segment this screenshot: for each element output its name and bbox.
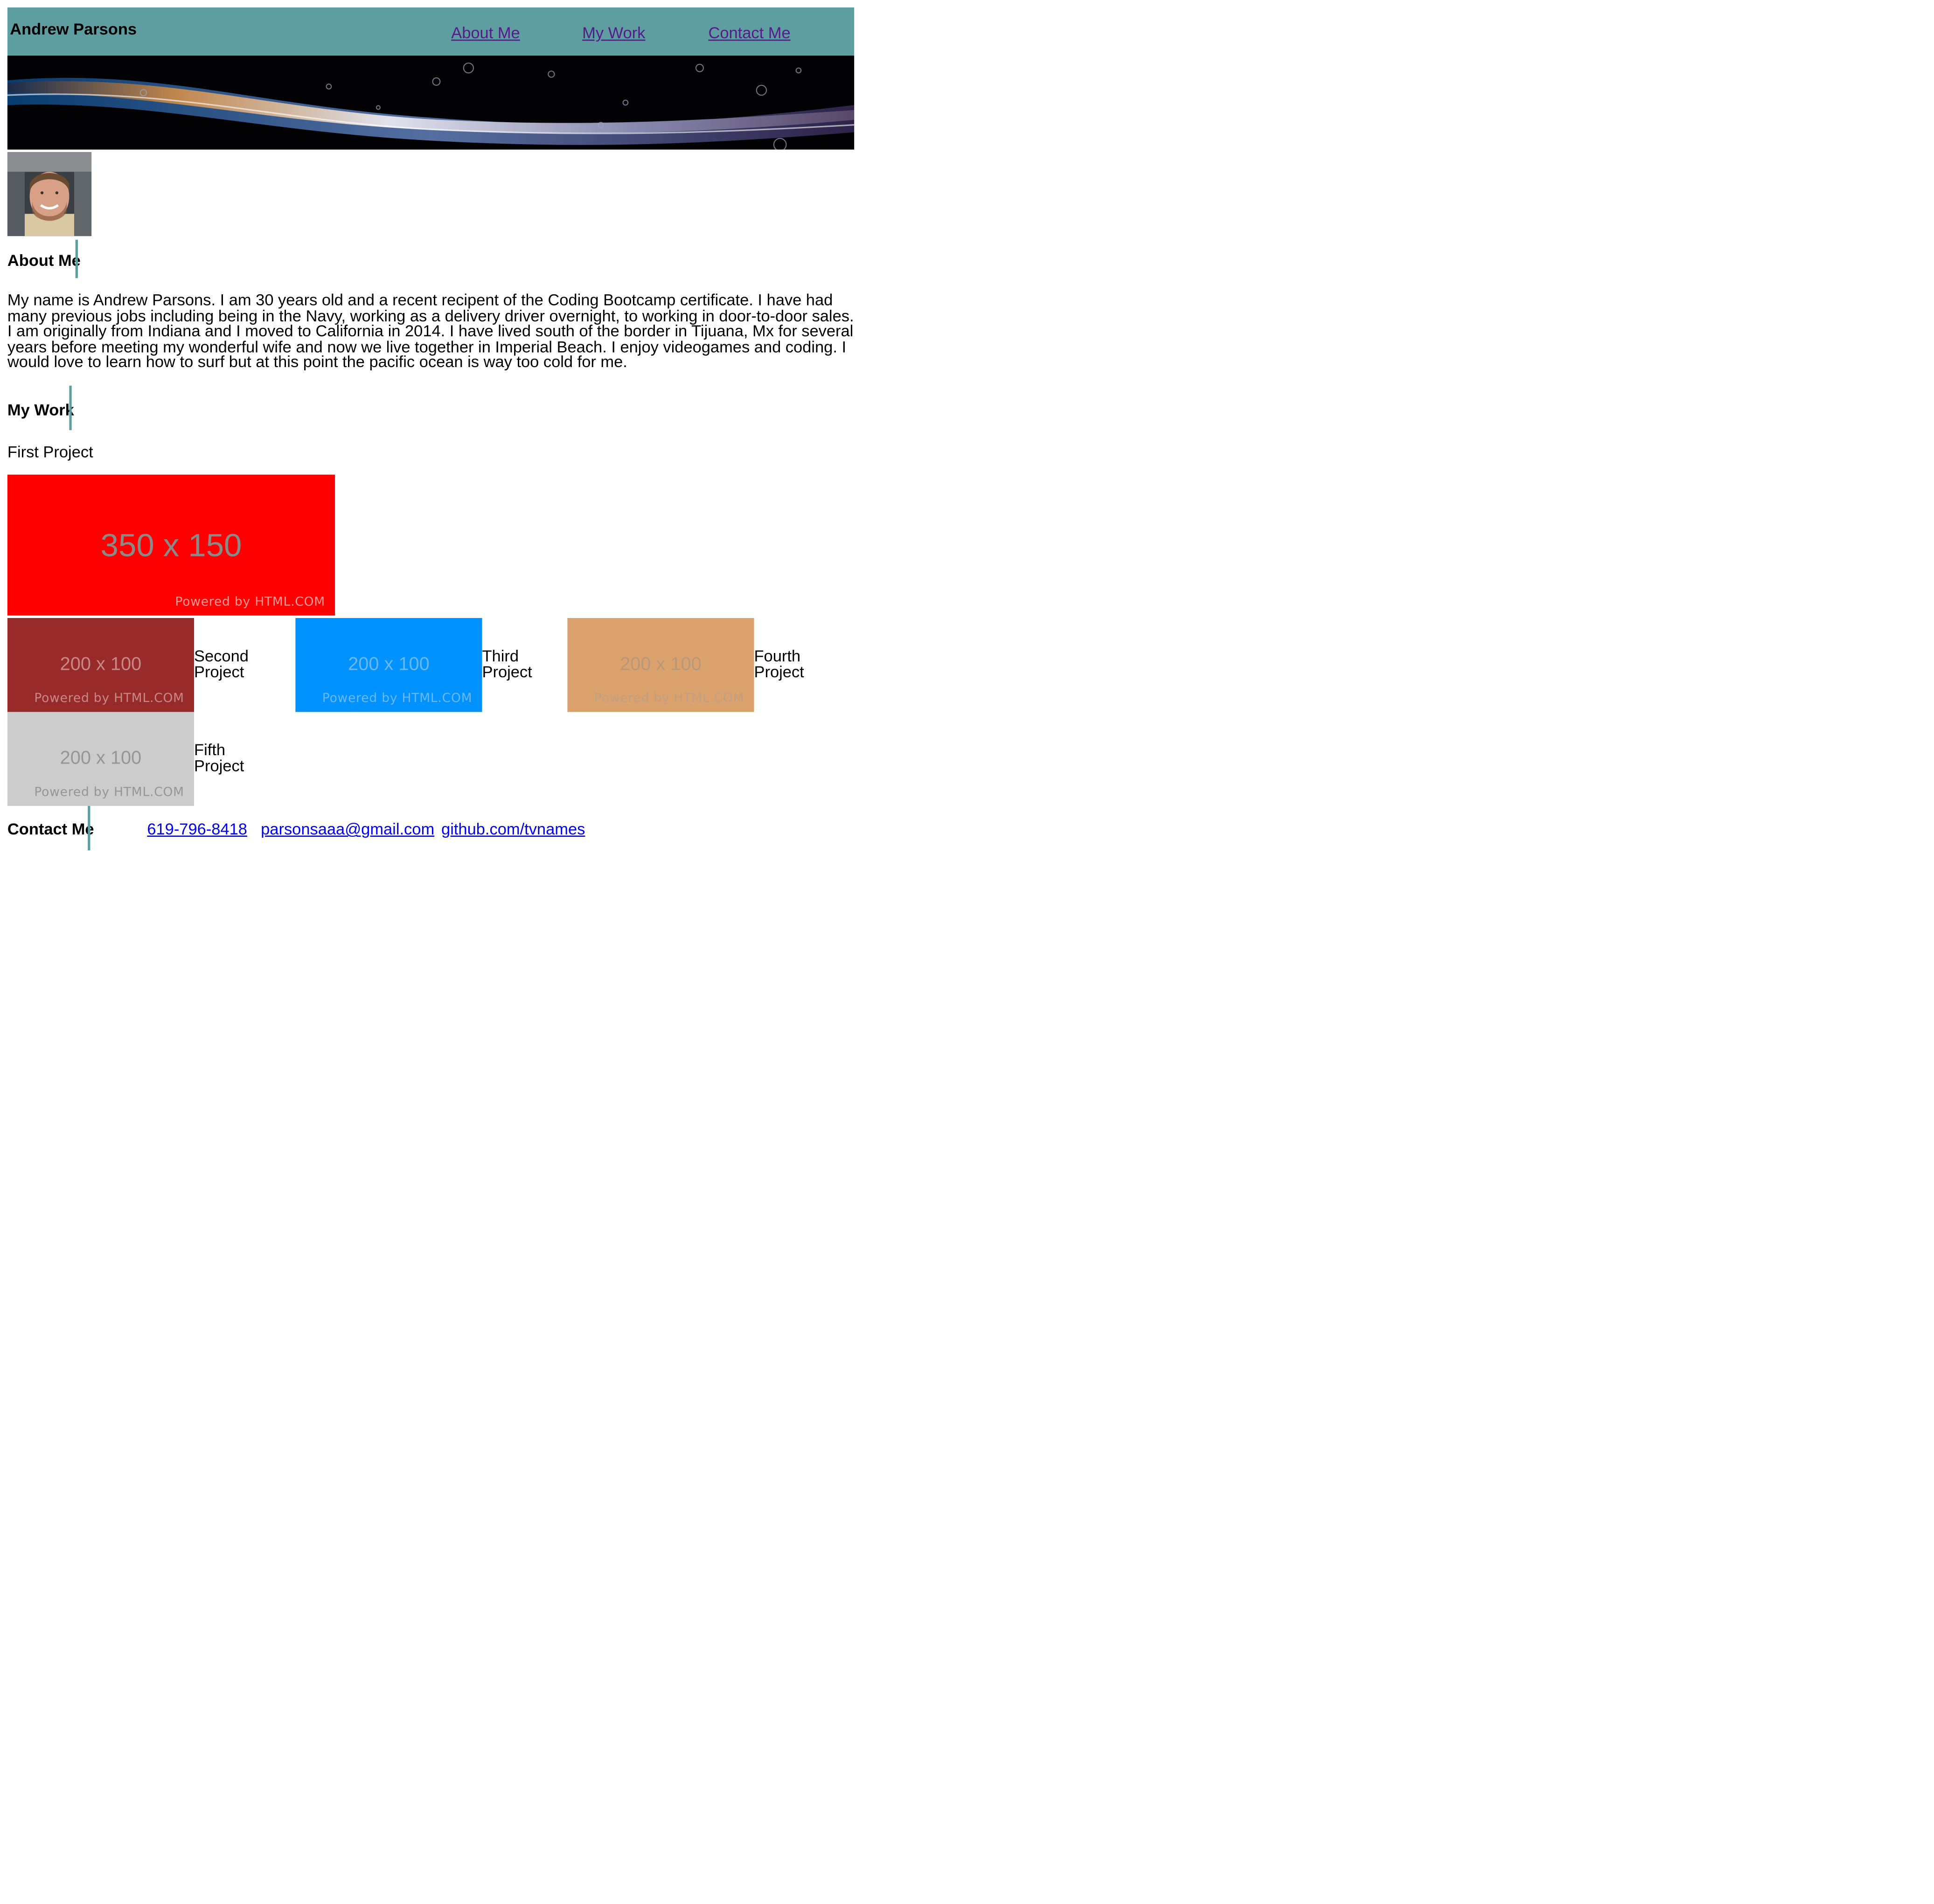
contact-heading-divider [88, 806, 90, 851]
contact-github-link[interactable]: github.com/tvnames [441, 820, 585, 838]
nav-about-me[interactable]: About Me [451, 23, 520, 42]
fifth-project-label: Fifth Project [194, 742, 244, 775]
contact-phone-link[interactable]: 619-796-8418 [147, 820, 247, 838]
fourth-project-label-line2: Project [754, 662, 804, 681]
third-project-image[interactable]: 200 x 100 Powered by HTML.COM [295, 618, 482, 712]
nav-my-work[interactable]: My Work [582, 23, 645, 42]
fourth-project-powered: Powered by HTML.COM [594, 692, 744, 706]
second-project-image[interactable]: 200 x 100 Powered by HTML.COM [7, 618, 195, 712]
first-project-label: First Project [7, 442, 93, 461]
first-project-image[interactable]: 350 x 150 Powered by HTML.COM [7, 474, 335, 616]
second-project-size: 200 x 100 [60, 653, 142, 675]
site-header: Andrew Parsons About Me My Work Contact … [7, 7, 855, 56]
fourth-project-size: 200 x 100 [620, 653, 702, 675]
abstract-swirl-image [7, 56, 855, 150]
contact-email-link[interactable]: parsonsaaa@gmail.com [261, 820, 434, 838]
third-project-size: 200 x 100 [348, 653, 430, 675]
about-heading-divider [75, 240, 78, 278]
third-project-powered: Powered by HTML.COM [322, 692, 473, 706]
profile-photo [7, 152, 92, 236]
work-heading: My Work [7, 400, 74, 419]
fifth-project-label-line2: Project [194, 756, 244, 775]
second-project-label-line2: Project [194, 662, 244, 681]
site-title: Andrew Parsons [10, 20, 137, 39]
about-heading: About Me [7, 250, 81, 270]
work-heading-divider [69, 385, 72, 431]
fifth-project-powered: Powered by HTML.COM [34, 786, 184, 800]
banner-image [7, 56, 855, 150]
third-project-label-line2: Project [482, 662, 532, 681]
second-project-powered: Powered by HTML.COM [34, 692, 184, 706]
fifth-project-size: 200 x 100 [60, 748, 142, 769]
first-project-size: 350 x 150 [100, 526, 242, 564]
about-text: My name is Andrew Parsons. I am 30 years… [7, 290, 854, 371]
page: Andrew Parsons About Me My Work Contact … [0, 0, 1934, 1904]
nav-contact-me[interactable]: Contact Me [708, 23, 790, 42]
second-project-label: Second Project [194, 648, 249, 681]
fourth-project-label: Fourth Project [754, 648, 804, 681]
first-project-powered: Powered by HTML.COM [175, 596, 325, 610]
contact-heading: Contact Me [7, 819, 94, 838]
third-project-label: Third Project [482, 648, 532, 681]
profile-photo-image [7, 152, 92, 236]
fourth-project-image[interactable]: 200 x 100 Powered by HTML.COM [567, 618, 754, 712]
fifth-project-image[interactable]: 200 x 100 Powered by HTML.COM [7, 712, 195, 806]
